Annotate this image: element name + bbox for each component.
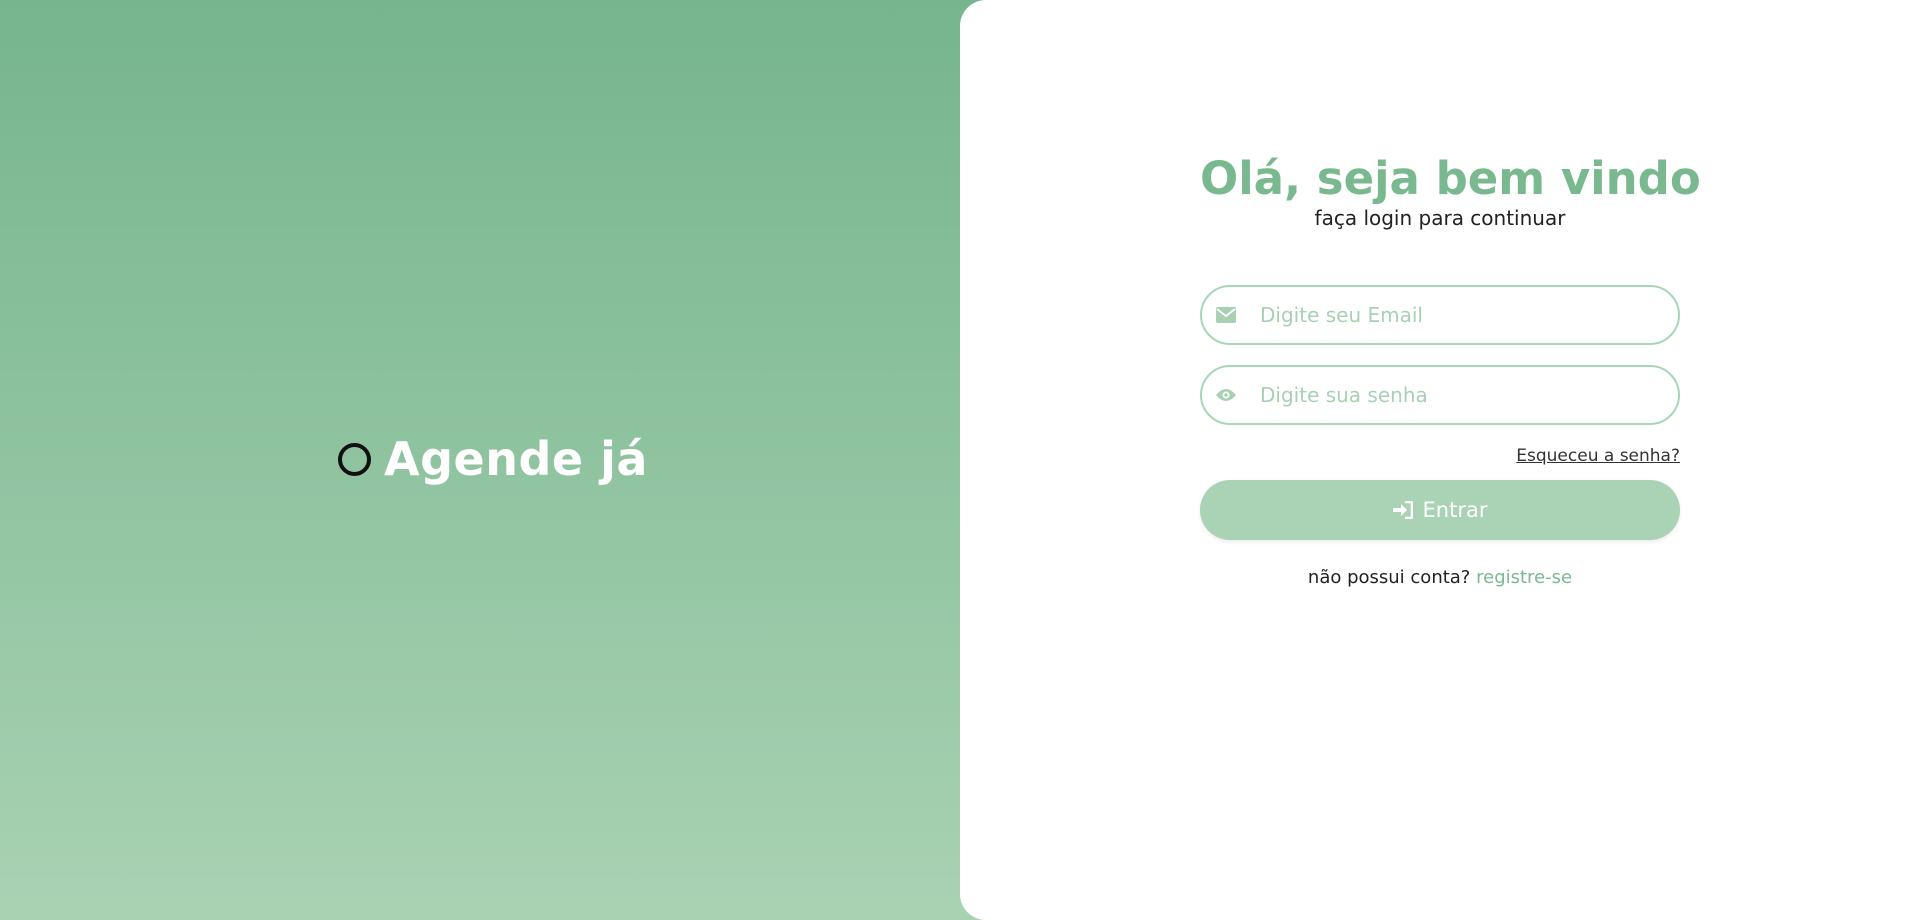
register-link[interactable]: registre-se — [1476, 567, 1572, 588]
sign-in-icon — [1392, 501, 1413, 519]
login-button[interactable]: Entrar — [1200, 480, 1680, 540]
page-title: Olá, seja bem vindo — [1200, 152, 1701, 205]
circle-logo-icon — [338, 442, 371, 476]
brand-logo: Agende já — [338, 432, 648, 486]
register-prompt-text: não possui conta? — [1307, 567, 1471, 588]
brand-panel: Agende já — [0, 0, 990, 920]
page-subtitle: faça login para continuar — [1314, 206, 1566, 230]
password-input[interactable] — [1260, 383, 1650, 407]
email-field[interactable] — [1200, 285, 1680, 345]
register-prompt: não possui conta? registre-se — [1200, 567, 1680, 588]
brand-name: Agende já — [384, 432, 648, 486]
password-field[interactable] — [1200, 365, 1680, 425]
login-form: Olá, seja bem vindo faça login para cont… — [1200, 150, 1701, 588]
forgot-password-link[interactable]: Esqueceu a senha? — [1516, 446, 1680, 466]
login-button-label: Entrar — [1422, 498, 1488, 522]
envelope-icon — [1216, 305, 1236, 325]
email-input[interactable] — [1260, 303, 1650, 327]
login-panel — [960, 0, 1920, 920]
eye-icon[interactable] — [1216, 385, 1236, 405]
